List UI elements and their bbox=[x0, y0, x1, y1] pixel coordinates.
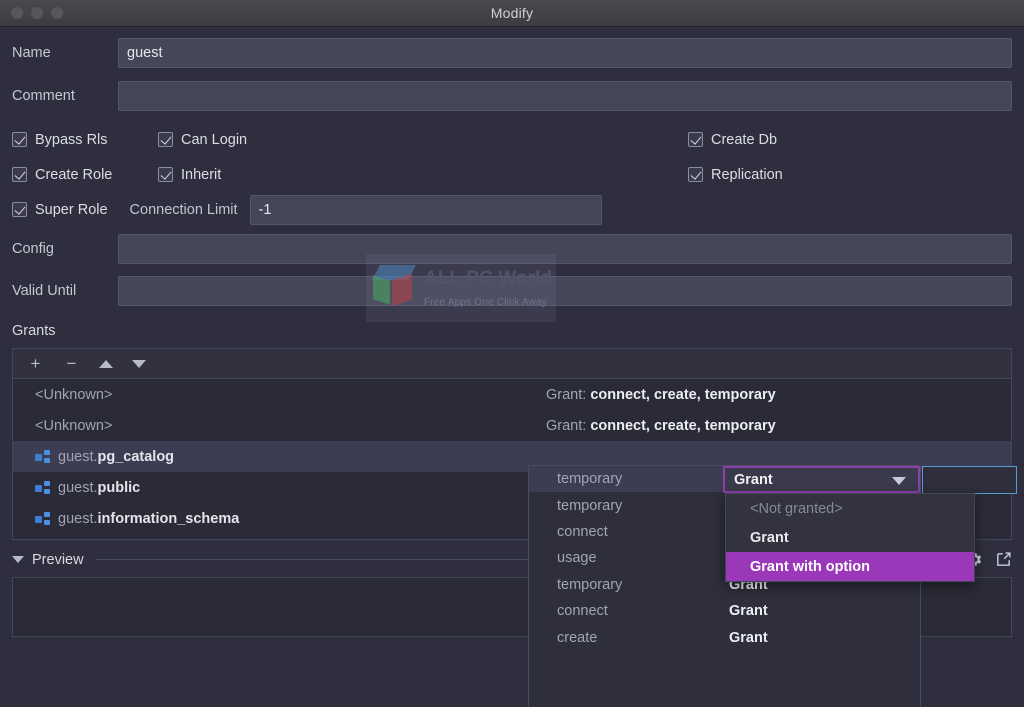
table-row[interactable]: <Unknown> Grant: connect, create, tempor… bbox=[13, 379, 1011, 410]
checkbox-create-db[interactable]: Create Db bbox=[688, 132, 777, 148]
privilege-name: connect bbox=[557, 523, 608, 540]
checkbox-label: Create Role bbox=[35, 166, 113, 183]
connection-limit-input[interactable]: -1 bbox=[249, 194, 602, 225]
grant-row-prefix: guest. bbox=[58, 448, 98, 465]
checkbox-inherit[interactable]: Inherit bbox=[158, 167, 688, 183]
checkbox-bypass-rls[interactable]: Bypass Rls bbox=[12, 132, 158, 148]
remove-grant-button[interactable]: − bbox=[63, 355, 80, 372]
grants-toolbar: + − bbox=[13, 349, 1011, 379]
grant-row-name: guest. pg_catalog bbox=[35, 449, 174, 465]
privilege-name: usage bbox=[557, 550, 597, 567]
grant-row-schema: pg_catalog bbox=[97, 448, 175, 465]
checkmark-icon bbox=[688, 132, 703, 147]
comment-row: Comment bbox=[12, 81, 1012, 111]
checkbox-replication[interactable]: Replication bbox=[688, 167, 783, 183]
attributes-row-1: Bypass Rls Can Login Create Db bbox=[12, 127, 1012, 152]
schema-icon bbox=[35, 480, 50, 495]
valid-until-row: Valid Until bbox=[12, 276, 1012, 306]
dropdown-option-grant[interactable]: Grant bbox=[726, 523, 974, 552]
checkmark-icon bbox=[158, 132, 173, 147]
dropdown-option-grant-with-option[interactable]: Grant with option bbox=[726, 552, 974, 581]
grant-row-name: guest. information_schema bbox=[35, 511, 239, 527]
grant-prefix: Grant: bbox=[546, 386, 587, 403]
grant-row-schema: public bbox=[97, 479, 141, 496]
grant-privileges: connect, create, temporary bbox=[590, 417, 776, 434]
checkbox-label: Super Role bbox=[35, 201, 108, 218]
privilege-name: temporary bbox=[557, 471, 623, 488]
valid-until-input[interactable] bbox=[118, 276, 1012, 306]
privilege-grant: Grant bbox=[729, 603, 768, 620]
add-grant-button[interactable]: + bbox=[27, 355, 44, 372]
config-input[interactable] bbox=[118, 234, 1012, 264]
grant-row-value: Grant: connect, create, temporary bbox=[546, 418, 776, 434]
zoom-button[interactable] bbox=[51, 7, 63, 19]
comment-label: Comment bbox=[12, 88, 75, 104]
permission-row[interactable]: create Grant bbox=[529, 624, 920, 650]
name-row: Name guest bbox=[12, 38, 1012, 68]
grant-row-value: Grant: connect, create, temporary bbox=[546, 387, 776, 403]
grant-row-schema: information_schema bbox=[97, 510, 240, 527]
name-input[interactable]: guest bbox=[118, 38, 1012, 68]
grant-row-name: guest. public bbox=[35, 480, 140, 496]
table-row[interactable]: <Unknown> Grant: connect, create, tempor… bbox=[13, 410, 1011, 441]
attributes-row-2: Create Role Inherit Replication bbox=[12, 162, 1012, 187]
privilege-name: temporary bbox=[557, 576, 623, 593]
comment-input[interactable] bbox=[118, 81, 1012, 111]
focused-empty-cell[interactable] bbox=[922, 466, 1017, 494]
move-up-icon[interactable] bbox=[99, 359, 113, 368]
checkbox-label: Bypass Rls bbox=[35, 131, 108, 148]
privilege-name: create bbox=[557, 629, 598, 646]
privilege-name: temporary bbox=[557, 497, 623, 514]
open-in-new-window-icon[interactable] bbox=[995, 551, 1012, 568]
permission-row[interactable]: connect Grant bbox=[529, 598, 920, 624]
combobox-value: Grant bbox=[734, 471, 773, 488]
checkmark-icon bbox=[158, 167, 173, 182]
grants-section-label: Grants bbox=[12, 323, 56, 339]
grant-row-name: <Unknown> bbox=[35, 386, 113, 403]
chevron-down-icon[interactable] bbox=[892, 477, 906, 485]
window-controls bbox=[0, 7, 63, 19]
window-titlebar: Modify bbox=[0, 0, 1024, 27]
grant-prefix: Grant: bbox=[546, 417, 587, 434]
connection-limit-label: Connection Limit bbox=[129, 201, 238, 218]
name-label: Name bbox=[12, 45, 51, 61]
config-row: Config bbox=[12, 234, 1012, 264]
grant-type-dropdown-menu: <Not granted> Grant Grant with option bbox=[725, 493, 975, 582]
role-attributes-group: Bypass Rls Can Login Create Db Create Ro… bbox=[12, 127, 1012, 225]
grant-row-prefix: guest. bbox=[58, 510, 98, 527]
checkmark-icon bbox=[12, 167, 27, 182]
grant-type-combobox[interactable]: Grant bbox=[723, 466, 920, 493]
config-label: Config bbox=[12, 241, 54, 257]
checkbox-create-role[interactable]: Create Role bbox=[12, 167, 158, 183]
grant-row-name: <Unknown> bbox=[35, 417, 113, 434]
dropdown-option-not-granted[interactable]: <Not granted> bbox=[726, 494, 974, 523]
grant-privileges: connect, create, temporary bbox=[590, 386, 776, 403]
close-button[interactable] bbox=[11, 7, 23, 19]
preview-label: Preview bbox=[32, 551, 84, 568]
checkbox-can-login[interactable]: Can Login bbox=[158, 132, 688, 148]
checkbox-label: Can Login bbox=[181, 131, 248, 148]
valid-until-label: Valid Until bbox=[12, 283, 77, 299]
modify-role-dialog: Modify Name guest Comment Bypass Rls Can… bbox=[0, 0, 1024, 707]
window-title: Modify bbox=[490, 5, 534, 21]
checkmark-icon bbox=[12, 202, 27, 217]
checkbox-label: Create Db bbox=[711, 131, 778, 148]
checkbox-label: Replication bbox=[711, 166, 783, 183]
schema-icon bbox=[35, 511, 50, 526]
move-down-icon[interactable] bbox=[132, 359, 146, 368]
checkbox-label: Inherit bbox=[181, 166, 222, 183]
grant-row-prefix: guest. bbox=[58, 479, 98, 496]
chevron-down-icon[interactable] bbox=[12, 556, 24, 563]
checkmark-icon bbox=[688, 167, 703, 182]
checkbox-super-role[interactable]: Super Role bbox=[12, 202, 108, 218]
checkmark-icon bbox=[12, 132, 27, 147]
attributes-row-3: Super Role Connection Limit -1 bbox=[12, 194, 1012, 225]
privilege-grant: Grant bbox=[729, 629, 768, 646]
schema-icon bbox=[35, 449, 50, 464]
privilege-name: connect bbox=[557, 603, 608, 620]
minimize-button[interactable] bbox=[31, 7, 43, 19]
